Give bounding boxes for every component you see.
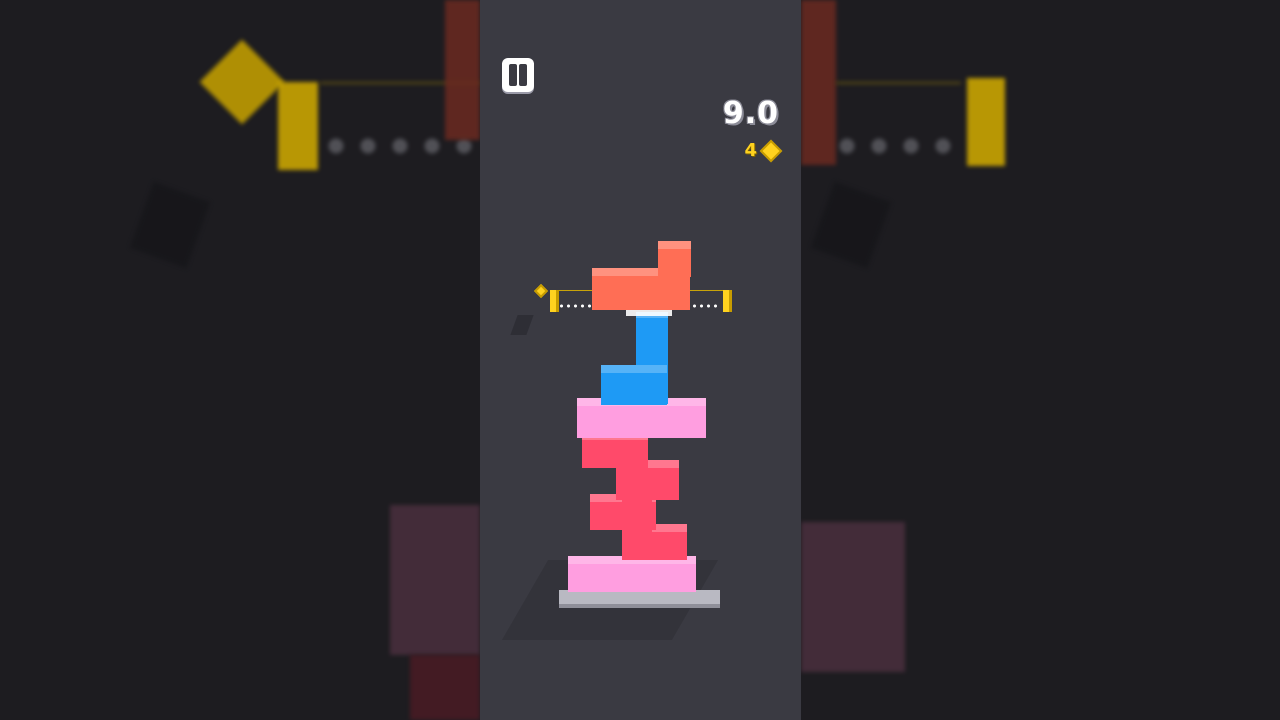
pause-icon [509, 64, 517, 86]
tower-base-platform [559, 590, 720, 608]
background-dots [831, 138, 951, 154]
gem-icon [759, 139, 783, 162]
background-line [836, 82, 961, 84]
background-pink-block [801, 522, 905, 672]
background-post [967, 78, 1005, 166]
background-diamond [199, 39, 285, 125]
goal-post-right [723, 290, 732, 312]
background-orange-block [445, 0, 480, 140]
background-right-panel [801, 0, 1280, 720]
goal-diamond-icon [533, 283, 549, 299]
pink-slab-bottom [568, 556, 696, 592]
background-red-block [410, 655, 480, 720]
blue-piece-foot [601, 365, 667, 405]
goal-post-left [550, 290, 559, 312]
background-dots [320, 138, 480, 154]
game-area[interactable]: 9.0 4 [480, 0, 801, 720]
orange-piece-arm [658, 241, 691, 277]
background-pink-block [390, 505, 480, 655]
pause-button[interactable] [502, 58, 534, 92]
background-shadow [129, 181, 211, 269]
piece-shadow [510, 315, 534, 335]
score-label: 9.0 [722, 96, 779, 131]
background-left-panel [0, 0, 480, 720]
background-post [278, 82, 318, 170]
background-shadow [810, 181, 892, 269]
gem-count: 4 [744, 140, 757, 161]
gem-counter: 4 [744, 139, 783, 162]
